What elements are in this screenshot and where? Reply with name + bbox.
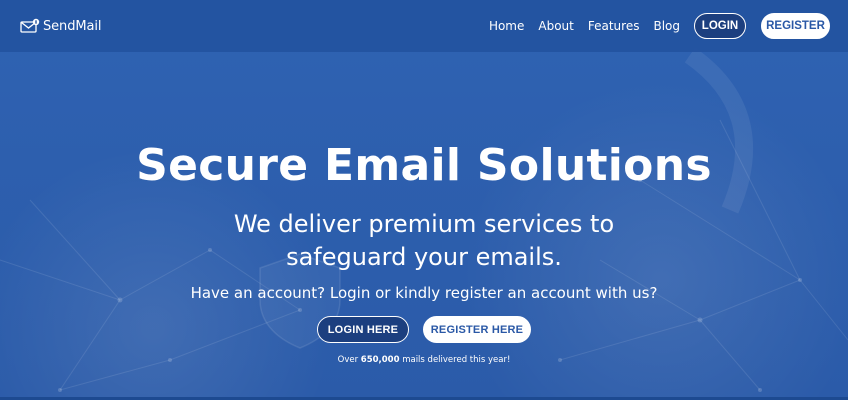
- note-prefix: Over: [337, 355, 361, 365]
- note-suffix: mails delivered this year!: [399, 355, 511, 365]
- nav-link-home[interactable]: Home: [489, 19, 524, 33]
- login-here-button[interactable]: LOGIN HERE: [317, 316, 409, 343]
- hero-title: Secure Email Solutions: [136, 140, 712, 191]
- hero-subtitle: We deliver premium services to safeguard…: [233, 210, 615, 271]
- brand-name: SendMail: [43, 18, 102, 34]
- hero-buttons: LOGIN HERE REGISTER HERE: [0, 316, 848, 343]
- delivery-stat-note: Over 650,000 mails delivered this year!: [0, 354, 848, 366]
- nav-link-blog[interactable]: Blog: [653, 19, 680, 33]
- brand-logo[interactable]: SendMail: [20, 18, 101, 34]
- top-navbar: SendMail Home About Features Blog LOGIN …: [0, 0, 848, 52]
- envelope-icon: [20, 18, 40, 34]
- landing-page: SendMail Home About Features Blog LOGIN …: [0, 0, 848, 400]
- nav-link-about[interactable]: About: [538, 19, 573, 33]
- hero-prompt: Have an account? Login or kindly registe…: [190, 284, 658, 302]
- register-here-button[interactable]: REGISTER HERE: [423, 316, 531, 343]
- nav-link-features[interactable]: Features: [588, 19, 640, 33]
- mail-count: 650,000: [360, 355, 400, 365]
- nav-login-button[interactable]: LOGIN: [694, 13, 746, 39]
- nav-register-button[interactable]: REGISTER: [761, 13, 830, 39]
- nav-links: Home About Features Blog LOGIN REGISTER: [489, 13, 830, 39]
